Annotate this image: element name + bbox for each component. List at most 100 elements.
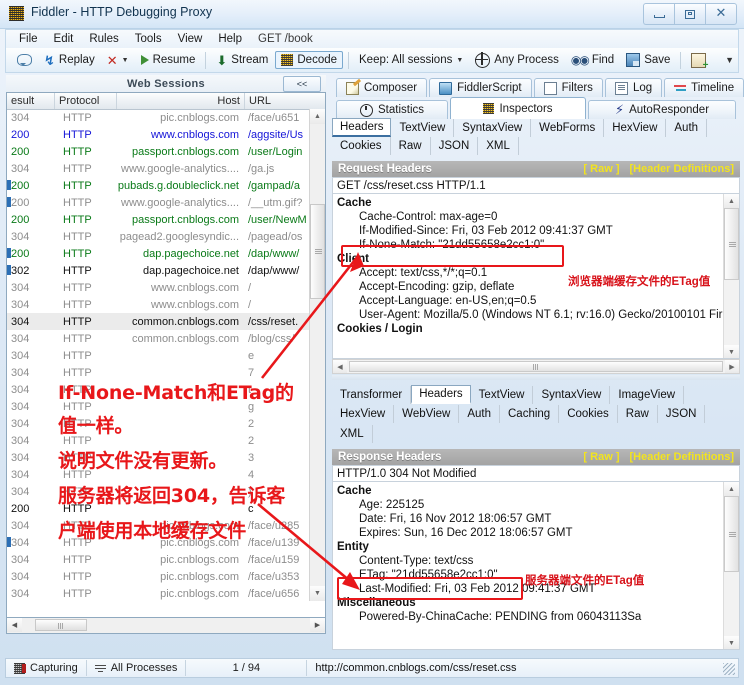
request-subtab-cookies[interactable]: Cookies xyxy=(332,137,391,155)
menu-item-file[interactable]: File xyxy=(11,31,46,47)
response-subtab-textview[interactable]: TextView xyxy=(471,385,534,404)
table-row[interactable]: 200 HTTP dap.pagechoice.net/dap/www/ xyxy=(7,245,311,262)
find-button[interactable]: ◉◉ Find xyxy=(566,52,619,68)
tab-filters[interactable]: Filters xyxy=(533,78,603,97)
request-subtab-syntaxview[interactable]: SyntaxView xyxy=(454,118,532,137)
response-header-definitions-link[interactable]: [Header Definitions] xyxy=(629,451,734,463)
table-row[interactable]: 304 HTTP pic.cnblogs.com/face/u159 xyxy=(7,551,311,568)
table-row[interactable]: 200 HTTP www.cnblogs.com/aggsite/Us xyxy=(7,126,311,143)
table-row[interactable]: 304 HTTP e xyxy=(7,347,311,364)
request-header-definitions-link[interactable]: [Header Definitions] xyxy=(629,163,734,175)
request-vertical-scrollbar[interactable]: ▲ ▼ xyxy=(723,194,739,358)
scroll-thumb[interactable] xyxy=(724,496,739,572)
tab-composer[interactable]: Composer xyxy=(336,78,428,97)
table-row[interactable]: 304 HTTP www.google-analytics.... /ga.js xyxy=(7,160,311,177)
sessions-grid[interactable]: esult Protocol Host URL 304 HTTP pic.cnblo… xyxy=(6,92,326,618)
tab-statistics[interactable]: Statistics xyxy=(336,100,448,119)
table-row[interactable]: 200 HTTP www.google-analytics.... /__utm.gi… xyxy=(7,194,311,211)
request-subtab-headers[interactable]: Headers xyxy=(332,118,392,137)
tab-inspectors[interactable]: Inspectors xyxy=(450,97,586,119)
table-row[interactable]: 304 HTTP common.cnblogs.com/blog/css/ xyxy=(7,330,311,347)
sessions-horizontal-scrollbar[interactable]: ◀ ▶ xyxy=(6,618,326,634)
sessions-vertical-scrollbar[interactable]: ▲ ▼ xyxy=(309,109,325,601)
menu-item-rules[interactable]: Rules xyxy=(81,31,126,47)
menu-item-tools[interactable]: Tools xyxy=(127,31,170,47)
response-subtab-transformer[interactable]: Transformer xyxy=(332,385,412,404)
response-vertical-scrollbar[interactable]: ▲ ▼ xyxy=(723,482,739,649)
resume-button[interactable]: Resume xyxy=(136,52,201,68)
scroll-right-icon[interactable]: ▶ xyxy=(725,360,739,373)
table-row[interactable]: 304 HTTP pic.cnblogs.com/face/u353 xyxy=(7,568,311,585)
close-button[interactable]: ✕ xyxy=(705,3,737,25)
table-row[interactable]: 304 HTTP pic.cnblogs.com/face/u285 xyxy=(7,517,311,534)
panel-splitter[interactable] xyxy=(332,375,740,380)
save-button[interactable]: Save xyxy=(621,51,675,69)
response-subtab-webview[interactable]: WebView xyxy=(394,405,460,423)
scroll-left-icon[interactable]: ◀ xyxy=(333,360,347,373)
response-subtab-imageview[interactable]: ImageView xyxy=(610,385,685,404)
table-row[interactable]: 304 HTTP www.cnblogs.com / xyxy=(7,296,311,313)
scroll-up-icon[interactable]: ▲ xyxy=(724,482,739,496)
request-subtab-textview[interactable]: TextView xyxy=(391,118,455,137)
table-row[interactable]: 304 HTTP 2 xyxy=(7,415,311,432)
response-subtab-hexview[interactable]: HexView xyxy=(332,405,395,423)
scroll-thumb[interactable] xyxy=(724,208,739,280)
response-headers-body[interactable]: Cache Age: 225125 Date: Fri, 16 Nov 2012… xyxy=(332,482,740,650)
hscroll-thumb[interactable] xyxy=(349,361,723,372)
scroll-up-icon[interactable]: ▲ xyxy=(724,194,739,208)
remove-button[interactable]: ✕ ▼ xyxy=(102,53,134,68)
request-subtab-hexview[interactable]: HexView xyxy=(604,118,667,137)
request-subtab-auth[interactable]: Auth xyxy=(666,118,708,137)
response-subtab-auth[interactable]: Auth xyxy=(459,405,500,423)
table-row[interactable]: 304 HTTP) xyxy=(7,483,311,500)
table-row[interactable]: 304 HTTP 2 xyxy=(7,432,311,449)
stream-button[interactable]: ⬇ Stream xyxy=(211,52,273,68)
menu-item-edit[interactable]: Edit xyxy=(46,31,82,47)
response-subtab-headers[interactable]: Headers xyxy=(411,385,471,404)
scroll-up-icon[interactable]: ▲ xyxy=(310,109,325,124)
request-subtab-xml[interactable]: XML xyxy=(478,137,519,155)
tab-autoresponder[interactable]: ⚡ AutoResponder xyxy=(588,100,736,119)
request-raw-link[interactable]: [ Raw ] xyxy=(583,163,619,175)
collapse-sessions-button[interactable]: << xyxy=(283,76,321,92)
column-header-host[interactable]: Host xyxy=(117,93,245,109)
menu-item-view[interactable]: View xyxy=(170,31,211,47)
request-subtab-webforms[interactable]: WebForms xyxy=(531,118,605,137)
column-header-url[interactable]: URL xyxy=(245,93,311,109)
scroll-right-icon[interactable]: ▶ xyxy=(310,618,325,632)
request-subtab-json[interactable]: JSON xyxy=(431,137,479,155)
toolbar-overflow-button[interactable]: ▼ xyxy=(725,55,734,65)
table-row[interactable]: 304 HTTP www.cnblogs.com / xyxy=(7,279,311,296)
tab-fiddlerscript[interactable]: FiddlerScript xyxy=(429,78,532,97)
response-subtab-json[interactable]: JSON xyxy=(658,405,706,423)
table-row[interactable]: 304 HTTP pic.cnblogs.com/face/u656 xyxy=(7,585,311,601)
scroll-down-icon[interactable]: ▼ xyxy=(724,345,739,358)
comment-button[interactable] xyxy=(12,52,37,68)
column-header-protocol[interactable]: Protocol xyxy=(55,93,117,109)
table-row[interactable]: 304 HTTP pagead2.googlesyndic... /pagead/os xyxy=(7,228,311,245)
table-row[interactable]: 200 HTTP passport.cnblogs.com/user/NewM xyxy=(7,211,311,228)
response-subtab-caching[interactable]: Caching xyxy=(500,405,560,423)
table-row[interactable]: 304 HTTP common.cnblogs.com/css/reset. xyxy=(7,313,311,330)
request-subtab-raw[interactable]: Raw xyxy=(391,137,431,155)
table-row[interactable]: 304 HTTP t xyxy=(7,381,311,398)
minimize-button[interactable] xyxy=(643,3,674,25)
scroll-thumb[interactable] xyxy=(310,204,325,299)
response-subtab-xml[interactable]: XML xyxy=(332,425,373,443)
keep-sessions-dropdown[interactable]: Keep: All sessions ▼ xyxy=(354,52,468,68)
new-capture-button[interactable] xyxy=(686,51,711,71)
table-row[interactable]: 304 HTTP pic.cnblogs.com/face/u139 xyxy=(7,534,311,551)
response-raw-link[interactable]: [ Raw ] xyxy=(583,451,619,463)
menu-item-get-book[interactable]: GET /book xyxy=(250,31,321,47)
hscroll-thumb[interactable] xyxy=(35,619,87,631)
column-header-result[interactable]: esult xyxy=(7,93,55,109)
process-filter[interactable]: All Processes xyxy=(87,659,186,677)
tab-timeline[interactable]: Timeline xyxy=(664,78,744,97)
response-subtab-syntaxview[interactable]: SyntaxView xyxy=(533,385,611,404)
table-row[interactable]: 304 HTTP g xyxy=(7,398,311,415)
table-row[interactable]: 304 HTTP 7 xyxy=(7,364,311,381)
any-process-button[interactable]: Any Process xyxy=(470,51,564,70)
table-row[interactable]: 304 HTTP pic.cnblogs.com/face/u651 xyxy=(7,109,311,126)
decode-button[interactable]: Decode xyxy=(275,51,344,69)
resize-grip-icon[interactable] xyxy=(723,663,735,675)
